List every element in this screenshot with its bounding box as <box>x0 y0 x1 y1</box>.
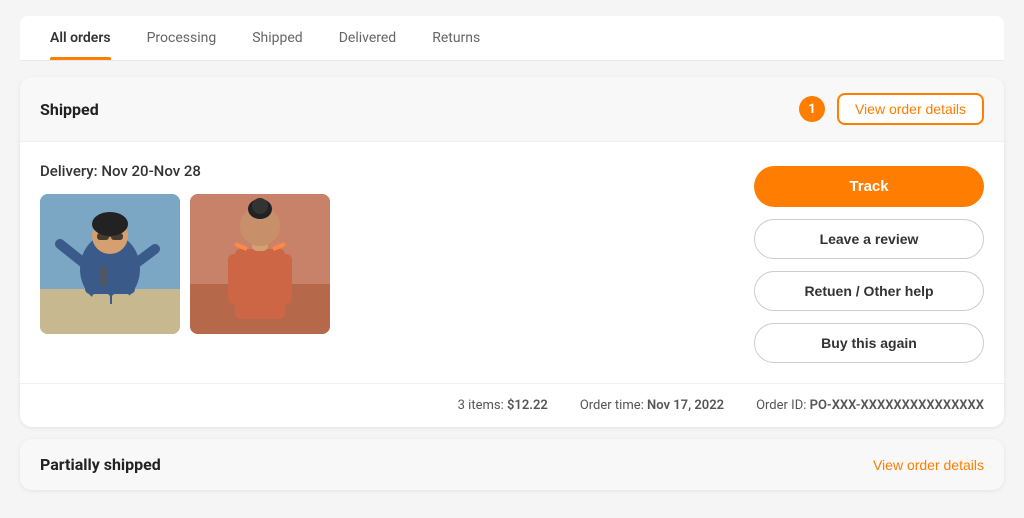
card-header-right: 1 View order details <box>799 93 984 125</box>
card-left-section: Delivery: Nov 20-Nov 28 <box>40 162 734 334</box>
order-time: Order time: Nov 17, 2022 <box>580 398 724 413</box>
partial-card-header: Partially shipped View order details <box>20 439 1004 490</box>
order-card-partially-shipped: Partially shipped View order details <box>20 439 1004 490</box>
product-images-row <box>40 194 734 334</box>
card-footer: 3 items: $12.22 Order time: Nov 17, 2022… <box>20 383 1004 427</box>
tab-processing[interactable]: Processing <box>129 16 235 60</box>
track-button[interactable]: Track <box>754 166 984 207</box>
view-partial-order-button[interactable]: View order details <box>873 457 984 473</box>
product-image-2[interactable] <box>190 194 330 334</box>
order-status-label: Shipped <box>40 100 99 119</box>
card-body: Delivery: Nov 20-Nov 28 <box>20 142 1004 383</box>
tab-returns[interactable]: Returns <box>414 16 498 60</box>
items-count: 3 items: $12.22 <box>458 398 548 413</box>
product-image-1[interactable] <box>40 194 180 334</box>
order-id: Order ID: PO-XXX-XXXXXXXXXXXXXXX <box>756 398 984 413</box>
order-card-shipped: Shipped 1 View order details Delivery: N… <box>20 77 1004 427</box>
tab-delivered[interactable]: Delivered <box>321 16 414 60</box>
card-header: Shipped 1 View order details <box>20 77 1004 142</box>
page-container: All orders Processing Shipped Delivered … <box>0 0 1024 518</box>
partial-status-label: Partially shipped <box>40 455 161 474</box>
tab-all-orders[interactable]: All orders <box>32 16 129 60</box>
tabs-bar: All orders Processing Shipped Delivered … <box>20 16 1004 61</box>
notification-badge: 1 <box>799 96 825 122</box>
tab-shipped[interactable]: Shipped <box>234 16 320 60</box>
view-order-details-button[interactable]: View order details <box>837 93 984 125</box>
card-action-buttons: Track Leave a review Retuen / Other help… <box>754 162 984 363</box>
return-help-button[interactable]: Retuen / Other help <box>754 271 984 311</box>
buy-again-button[interactable]: Buy this again <box>754 323 984 363</box>
delivery-date-text: Delivery: Nov 20-Nov 28 <box>40 162 734 180</box>
leave-review-button[interactable]: Leave a review <box>754 219 984 259</box>
